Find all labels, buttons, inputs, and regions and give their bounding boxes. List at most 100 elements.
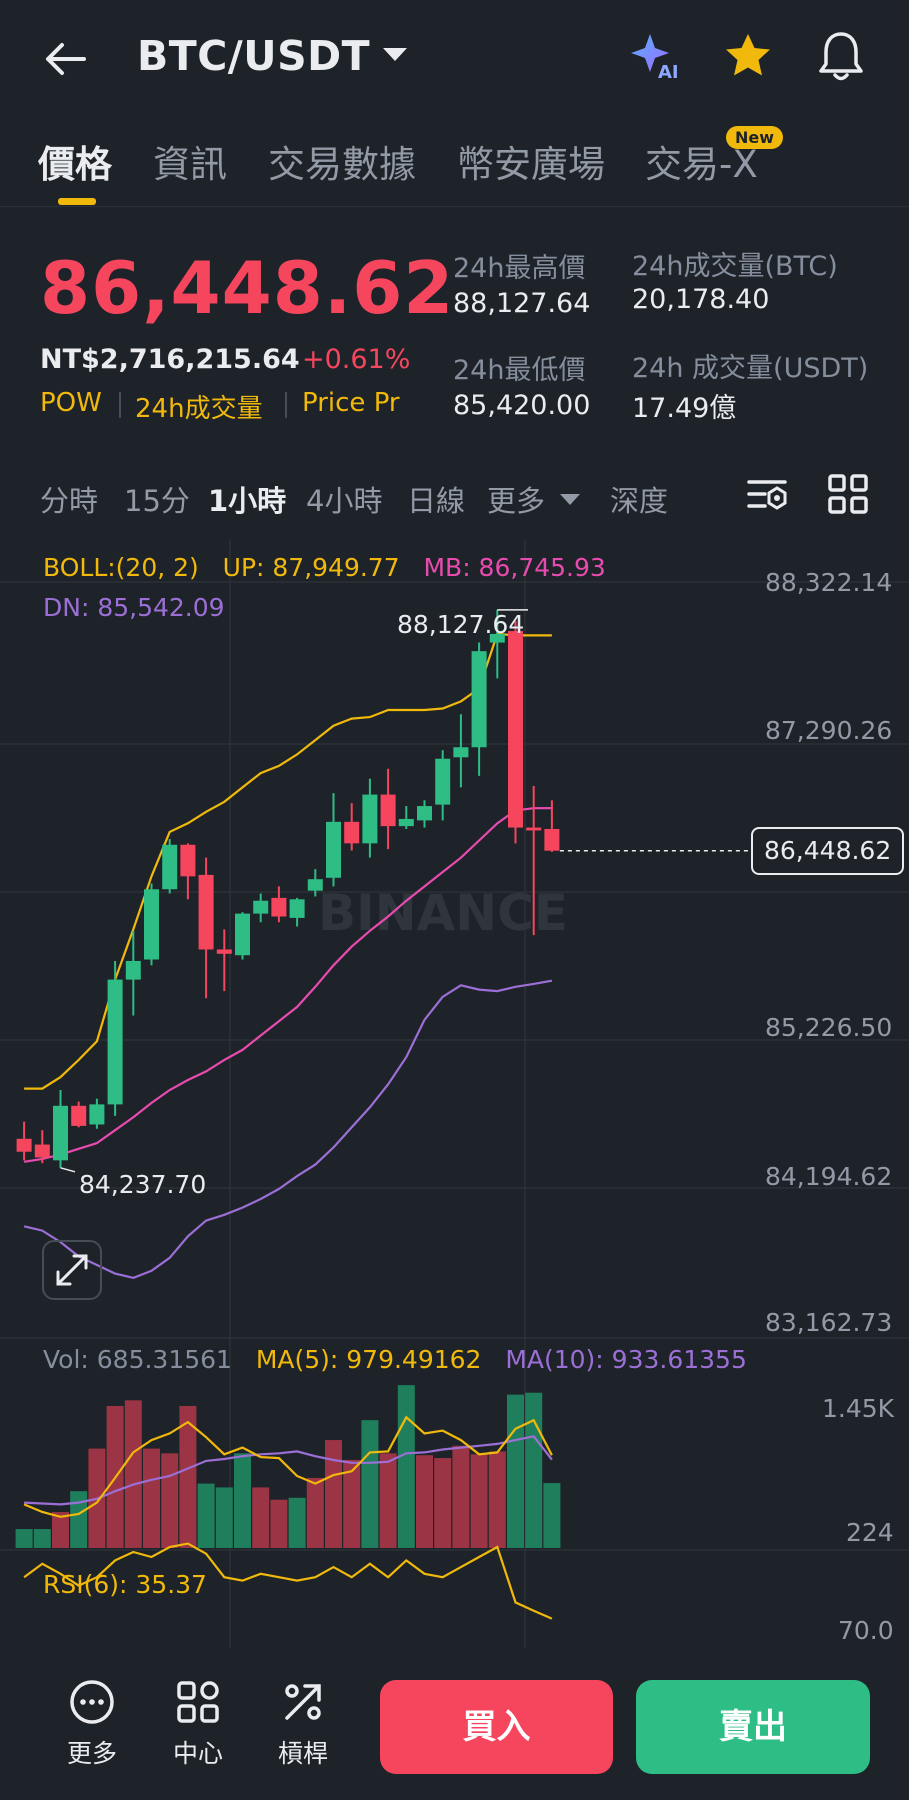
tag-pow[interactable]: POW bbox=[40, 388, 102, 418]
volume-bar bbox=[397, 1385, 415, 1548]
candle-body bbox=[271, 897, 287, 917]
interval-depth[interactable]: 深度 bbox=[610, 478, 668, 520]
volume-bar bbox=[161, 1453, 179, 1548]
volume-bar bbox=[252, 1487, 270, 1548]
volume-bar bbox=[416, 1455, 433, 1548]
content-tabs: 價格 資訊 交易數據 幣安廣場 交易-X New bbox=[0, 118, 909, 207]
rsi-tick: 70.0 bbox=[838, 1616, 894, 1645]
candle-body bbox=[53, 1105, 68, 1161]
bottom-action-bar: 更多 中心 槓桿 買入 賣出 bbox=[0, 1648, 909, 1800]
tab-square[interactable]: 幣安廣場 bbox=[457, 134, 605, 188]
chevron-down-icon[interactable] bbox=[383, 48, 407, 61]
interval-timeshare[interactable]: 分時 bbox=[40, 478, 98, 520]
candle-body bbox=[544, 829, 560, 851]
grid-icon bbox=[177, 1681, 219, 1723]
volume-bar bbox=[306, 1477, 324, 1548]
vol-ma5: MA(5): 979.49162 bbox=[255, 1345, 482, 1374]
boll-mb: MB: 86,745.93 bbox=[423, 553, 606, 582]
fullscreen-expand-icon[interactable] bbox=[42, 1240, 102, 1300]
price-tick: 85,226.50 bbox=[765, 1013, 893, 1042]
volume-btc-value: 20,178.40 bbox=[632, 284, 770, 315]
nav-leverage-label: 槓桿 bbox=[277, 1739, 328, 1768]
candle-body bbox=[16, 1138, 32, 1152]
high-value: 88,127.64 bbox=[453, 288, 591, 319]
candle-body bbox=[125, 960, 141, 980]
candle-body bbox=[107, 979, 123, 1105]
volume-tick: 224 bbox=[846, 1518, 894, 1547]
volume-bar bbox=[70, 1491, 88, 1548]
candle-body bbox=[526, 827, 542, 831]
volume-bar bbox=[197, 1483, 215, 1548]
nav-center[interactable]: 中心 bbox=[153, 1678, 243, 1770]
volume-bar bbox=[215, 1487, 233, 1548]
pair-title[interactable]: BTC/USDT bbox=[137, 32, 370, 80]
nav-leverage[interactable]: 槓桿 bbox=[258, 1678, 348, 1770]
vol-ma10: MA(10): 933.61355 bbox=[505, 1345, 747, 1374]
candle-body bbox=[144, 889, 159, 960]
volume-bar bbox=[525, 1392, 543, 1548]
top-bar: BTC/USDT AI bbox=[0, 0, 909, 118]
nav-more[interactable]: 更多 bbox=[47, 1678, 137, 1770]
notification-bell-icon[interactable] bbox=[815, 28, 867, 84]
vol-value: Vol: 685.31561 bbox=[43, 1345, 232, 1374]
interval-1d[interactable]: 日線 bbox=[407, 478, 465, 520]
high-label: 24h最高價 bbox=[453, 253, 586, 284]
nav-more-label: 更多 bbox=[66, 1739, 117, 1768]
low-label: 24h最低價 bbox=[453, 355, 586, 386]
boll-up: UP: 87,949.77 bbox=[222, 553, 400, 582]
kline-chart[interactable]: BINANCE bbox=[0, 530, 909, 1648]
active-tab-indicator bbox=[58, 198, 96, 205]
candle-body bbox=[180, 844, 196, 877]
price-tick: 84,194.62 bbox=[765, 1162, 893, 1191]
high-marker-label: 88,127.64 bbox=[397, 610, 525, 639]
candle-body bbox=[216, 949, 232, 954]
svg-text:AI: AI bbox=[658, 62, 679, 82]
volume-bar bbox=[543, 1483, 561, 1548]
candle-body bbox=[235, 913, 250, 956]
layout-grid-icon[interactable] bbox=[824, 470, 872, 518]
tab-price[interactable]: 價格 bbox=[38, 134, 112, 188]
volume-bar bbox=[379, 1453, 397, 1548]
back-arrow-icon[interactable] bbox=[40, 34, 90, 84]
candle-body bbox=[253, 900, 269, 914]
watermark: BINANCE bbox=[318, 884, 568, 942]
candle-body bbox=[71, 1105, 87, 1126]
candle-body bbox=[289, 899, 305, 918]
candle-body bbox=[380, 794, 396, 827]
volume-bar bbox=[325, 1440, 342, 1548]
candle-body bbox=[362, 794, 378, 844]
tag-24h-volume[interactable]: 24h成交量 bbox=[135, 388, 263, 425]
price-tick: 88,322.14 bbox=[765, 568, 893, 597]
interval-15m[interactable]: 15分 bbox=[124, 478, 190, 520]
favorite-star-icon[interactable] bbox=[722, 30, 774, 82]
price-tick: 87,290.26 bbox=[765, 716, 893, 745]
price-tick: 83,162.73 bbox=[765, 1308, 893, 1337]
candle-body bbox=[435, 758, 451, 805]
nav-center-label: 中心 bbox=[172, 1739, 223, 1768]
boll-legend: BOLL:(20, 2) UP: 87,949.77 MB: 86,745.93 bbox=[43, 553, 606, 582]
candle-body bbox=[417, 806, 432, 821]
tab-trading-data[interactable]: 交易數據 bbox=[268, 134, 416, 188]
sell-button[interactable]: 賣出 bbox=[636, 1680, 870, 1774]
boll-dn-line bbox=[23, 979, 553, 1280]
indicator-settings-icon[interactable] bbox=[743, 470, 791, 518]
interval-1h[interactable]: 1小時 bbox=[208, 478, 286, 520]
interval-4h[interactable]: 4小時 bbox=[306, 478, 382, 520]
volume-usdt-value: 17.49億 bbox=[632, 393, 737, 424]
ai-sparkle-icon[interactable]: AI bbox=[628, 30, 690, 82]
fiat-price: NT$2,716,215.64 bbox=[40, 344, 300, 375]
interval-more[interactable]: 更多 bbox=[487, 478, 545, 520]
more-icon bbox=[70, 1680, 114, 1724]
volume-bar bbox=[143, 1448, 160, 1548]
tag-price-protection[interactable]: Price Pr bbox=[302, 388, 400, 418]
new-badge: New bbox=[726, 126, 784, 149]
volume-bar bbox=[434, 1458, 452, 1548]
chevron-down-icon[interactable] bbox=[560, 494, 580, 505]
candle-body bbox=[162, 844, 178, 890]
current-price-tag: 86,448.62 bbox=[751, 826, 905, 875]
volume-bar bbox=[507, 1394, 524, 1548]
tab-info[interactable]: 資訊 bbox=[153, 134, 227, 188]
candle-body bbox=[508, 631, 523, 828]
low-marker-line bbox=[60, 1167, 76, 1173]
buy-button[interactable]: 買入 bbox=[380, 1680, 613, 1774]
